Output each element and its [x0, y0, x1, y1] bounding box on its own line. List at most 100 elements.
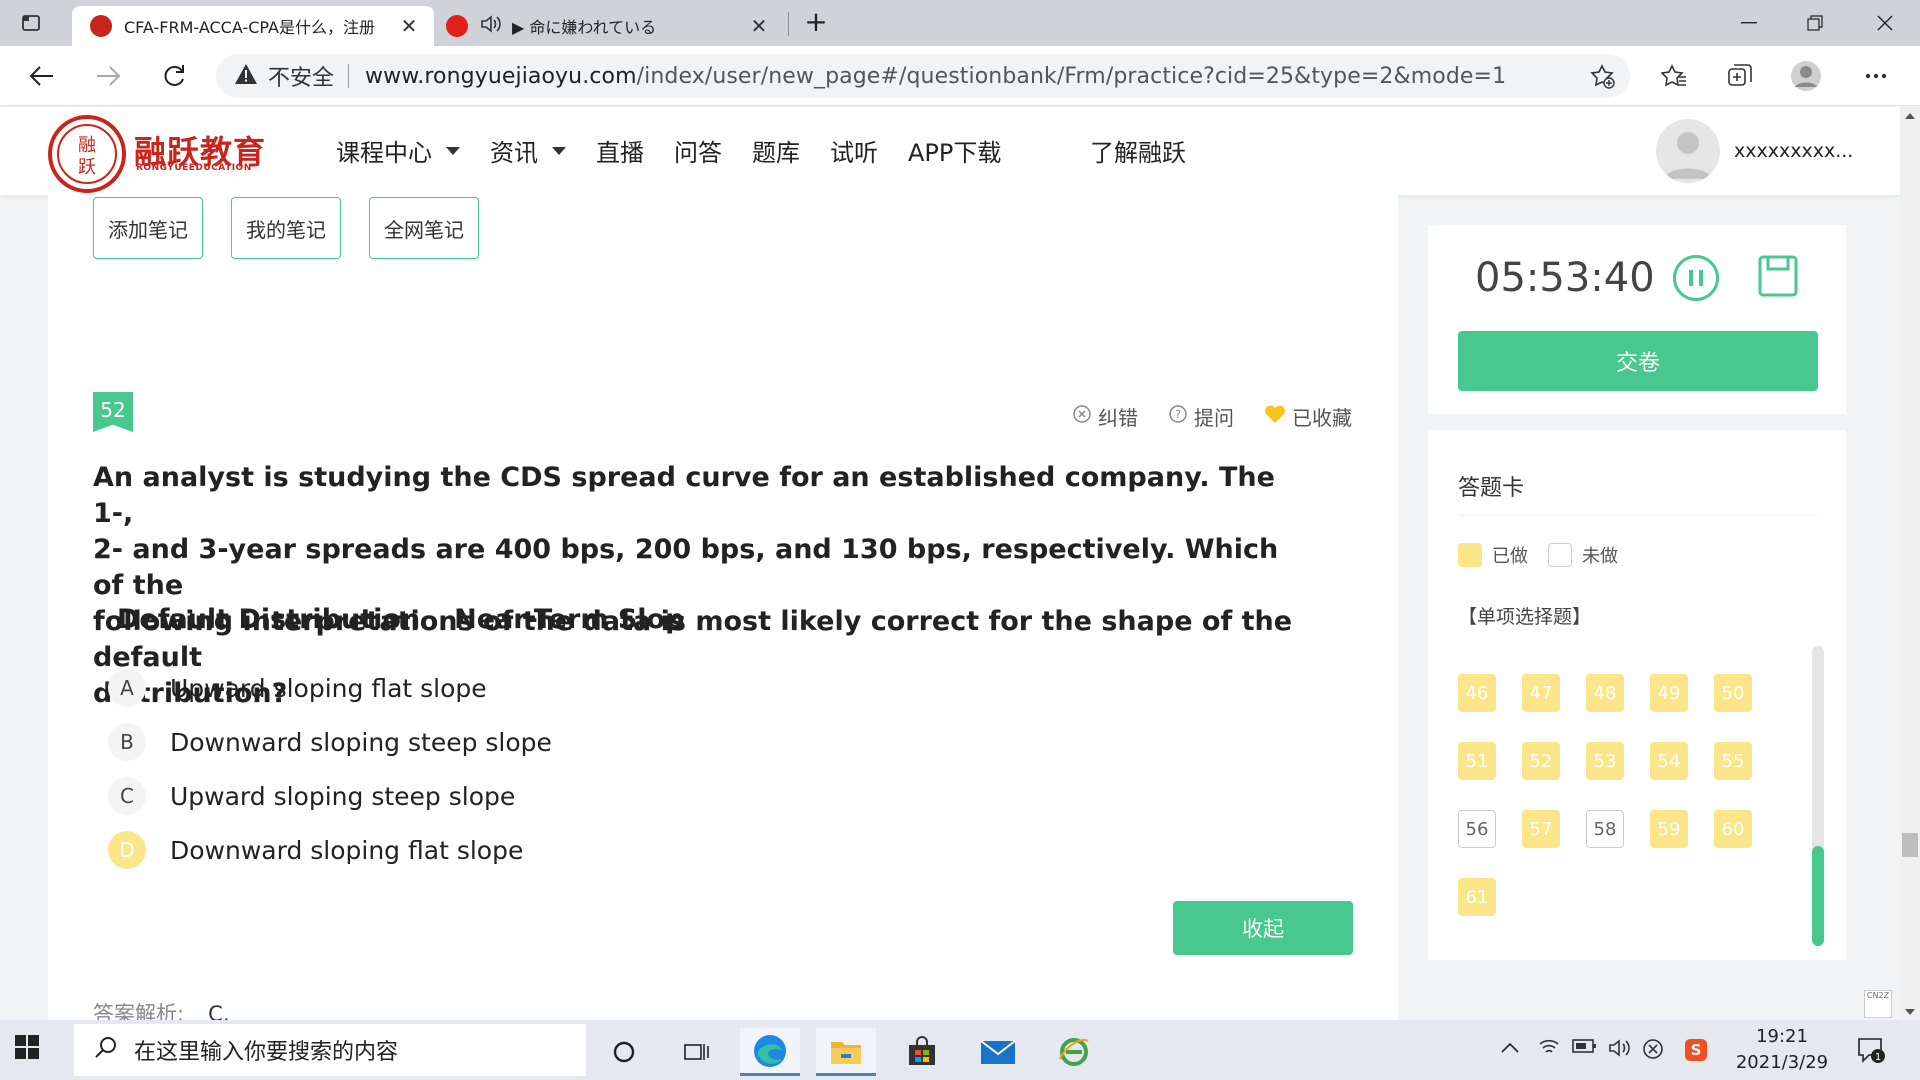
option-b[interactable]: B Downward sloping steep slope [108, 715, 552, 769]
logo-seal[interactable]: 融跃 [48, 115, 126, 193]
windows-start-icon[interactable] [14, 1034, 46, 1066]
question-column-headers: Default Distribution Near-Term Slop [117, 604, 684, 635]
scrollbar-thumb[interactable] [1902, 833, 1918, 857]
nav-item-news[interactable]: 资讯 [490, 133, 566, 168]
forward-button[interactable] [90, 58, 126, 94]
network-disconnected-icon[interactable] [1642, 1038, 1664, 1065]
ask-question-button[interactable]: ? 提问 [1168, 402, 1234, 431]
warning-icon[interactable] [234, 63, 258, 89]
question-cell-61[interactable]: 61 [1458, 878, 1496, 916]
volume-icon[interactable] [1608, 1038, 1632, 1063]
option-text[interactable]: Downward sloping flat slope [170, 836, 523, 865]
option-d[interactable]: D Downward sloping flat slope [108, 823, 552, 877]
pause-icon[interactable] [1673, 255, 1719, 301]
question-cell-53[interactable]: 53 [1586, 742, 1624, 780]
question-cell-54[interactable]: 54 [1650, 742, 1688, 780]
new-tab-button[interactable]: + [800, 6, 832, 40]
restore-button[interactable] [1782, 0, 1848, 46]
minimize-button[interactable] [1716, 0, 1782, 46]
option-letter[interactable]: A [108, 669, 146, 707]
question-cell-55[interactable]: 55 [1714, 742, 1752, 780]
answer-card-scrollbar-thumb[interactable] [1812, 846, 1824, 946]
close-tab-icon[interactable]: ✕ [748, 14, 770, 38]
nav-item-live[interactable]: 直播 [596, 133, 644, 168]
taskbar-search-field[interactable]: 在这里输入你要搜索的内容 [74, 1024, 586, 1076]
internet-explorer-icon[interactable] [1044, 1028, 1104, 1076]
close-tab-icon[interactable]: ✕ [398, 14, 420, 38]
notification-center-icon[interactable]: 1 [1856, 1036, 1885, 1063]
scroll-down-icon[interactable] [1905, 1009, 1915, 1015]
collections-icon[interactable] [1722, 58, 1758, 94]
username[interactable]: xxxxxxxxx... [1734, 140, 1853, 162]
store-icon[interactable] [892, 1028, 952, 1076]
security-label[interactable]: 不安全 [268, 60, 334, 92]
scroll-up-icon[interactable] [1905, 113, 1915, 119]
page-scrollbar[interactable] [1900, 107, 1920, 1019]
question-cell-49[interactable]: 49 [1650, 674, 1688, 712]
option-text[interactable]: Downward sloping steep slope [170, 728, 552, 757]
ime-badge[interactable]: CN2Z [1864, 990, 1892, 1018]
show-hidden-icons[interactable] [1500, 1038, 1520, 1059]
all-notes-button[interactable]: 全网笔记 [369, 197, 479, 259]
option-text[interactable]: Upward sloping steep slope [170, 782, 515, 811]
nav-item-courses[interactable]: 课程中心 [336, 133, 460, 168]
nav-item-trial[interactable]: 试听 [830, 133, 878, 168]
edge-browser-icon[interactable] [740, 1028, 800, 1076]
task-view-icon[interactable] [666, 1028, 726, 1076]
clock-time: 19:21 [1756, 1026, 1808, 1047]
question-cell-56[interactable]: 56 [1458, 810, 1496, 848]
question-cell-51[interactable]: 51 [1458, 742, 1496, 780]
search-placeholder: 在这里输入你要搜索的内容 [134, 1040, 399, 1065]
add-favorite-icon[interactable] [1590, 64, 1616, 94]
question-cell-48[interactable]: 48 [1586, 674, 1624, 712]
refresh-button[interactable] [156, 58, 192, 94]
battery-icon[interactable] [1572, 1038, 1598, 1059]
collapse-button[interactable]: 收起 [1173, 901, 1353, 955]
favorite-button[interactable]: 已收藏 [1264, 402, 1352, 431]
my-notes-button[interactable]: 我的笔记 [231, 197, 341, 259]
option-letter-selected[interactable]: D [108, 831, 146, 869]
question-cell-58[interactable]: 58 [1586, 810, 1624, 848]
question-cell-60[interactable]: 60 [1714, 810, 1752, 848]
file-explorer-icon[interactable] [816, 1028, 876, 1076]
browser-tab-inactive[interactable]: ▶ 命に嫌われている ✕ [436, 6, 782, 46]
save-icon[interactable] [1758, 255, 1798, 297]
cortana-icon[interactable] [594, 1028, 654, 1076]
favorites-icon[interactable] [1656, 58, 1692, 94]
tab-actions-icon[interactable] [18, 10, 44, 36]
sogou-ime-icon[interactable]: S [1684, 1038, 1708, 1067]
nav-item-about[interactable]: 了解融跃 [1090, 133, 1186, 168]
nav-item-qa[interactable]: 问答 [674, 133, 722, 168]
back-button[interactable] [24, 58, 60, 94]
question-cell-47[interactable]: 47 [1522, 674, 1560, 712]
nav-item-app-download[interactable]: APP下载 [908, 133, 1001, 168]
question-cell-50[interactable]: 50 [1714, 674, 1752, 712]
question-cell-57[interactable]: 57 [1522, 810, 1560, 848]
taskbar-clock[interactable]: 19:21 2021/3/29 [1734, 1024, 1830, 1076]
submit-exam-button[interactable]: 交卷 [1458, 331, 1818, 391]
mail-icon[interactable] [968, 1028, 1028, 1076]
more-options-icon[interactable] [1858, 58, 1894, 94]
avatar[interactable] [1656, 119, 1720, 183]
option-text[interactable]: Upward sloping flat slope [170, 674, 487, 703]
nav-item-question-bank[interactable]: 题库 [752, 133, 800, 168]
speaker-icon[interactable] [480, 14, 502, 38]
report-error-button[interactable]: 纠错 [1072, 402, 1138, 431]
url-text[interactable]: www.rongyuejiaoyu.com/index/user/new_pag… [365, 64, 1506, 89]
option-letter[interactable]: C [108, 777, 146, 815]
search-icon [94, 1035, 134, 1065]
question-cell-52[interactable]: 52 [1522, 742, 1560, 780]
option-letter[interactable]: B [108, 723, 146, 761]
question-cell-46[interactable]: 46 [1458, 674, 1496, 712]
netease-music-favicon-icon [446, 15, 468, 37]
browser-tab-active[interactable]: CFA-FRM-ACCA-CPA是什么，注册 ✕ [72, 6, 434, 46]
question-cell-59[interactable]: 59 [1650, 810, 1688, 848]
answer-card-scrollbar[interactable] [1812, 646, 1824, 946]
close-window-button[interactable] [1852, 0, 1918, 46]
wifi-icon[interactable] [1538, 1038, 1560, 1061]
add-note-button[interactable]: 添加笔记 [93, 197, 203, 259]
url-field[interactable]: 不安全 www.rongyuejiaoyu.com/index/user/new… [216, 54, 1630, 98]
option-c[interactable]: C Upward sloping steep slope [108, 769, 552, 823]
option-a[interactable]: A Upward sloping flat slope [108, 661, 552, 715]
profile-icon[interactable] [1788, 58, 1824, 94]
